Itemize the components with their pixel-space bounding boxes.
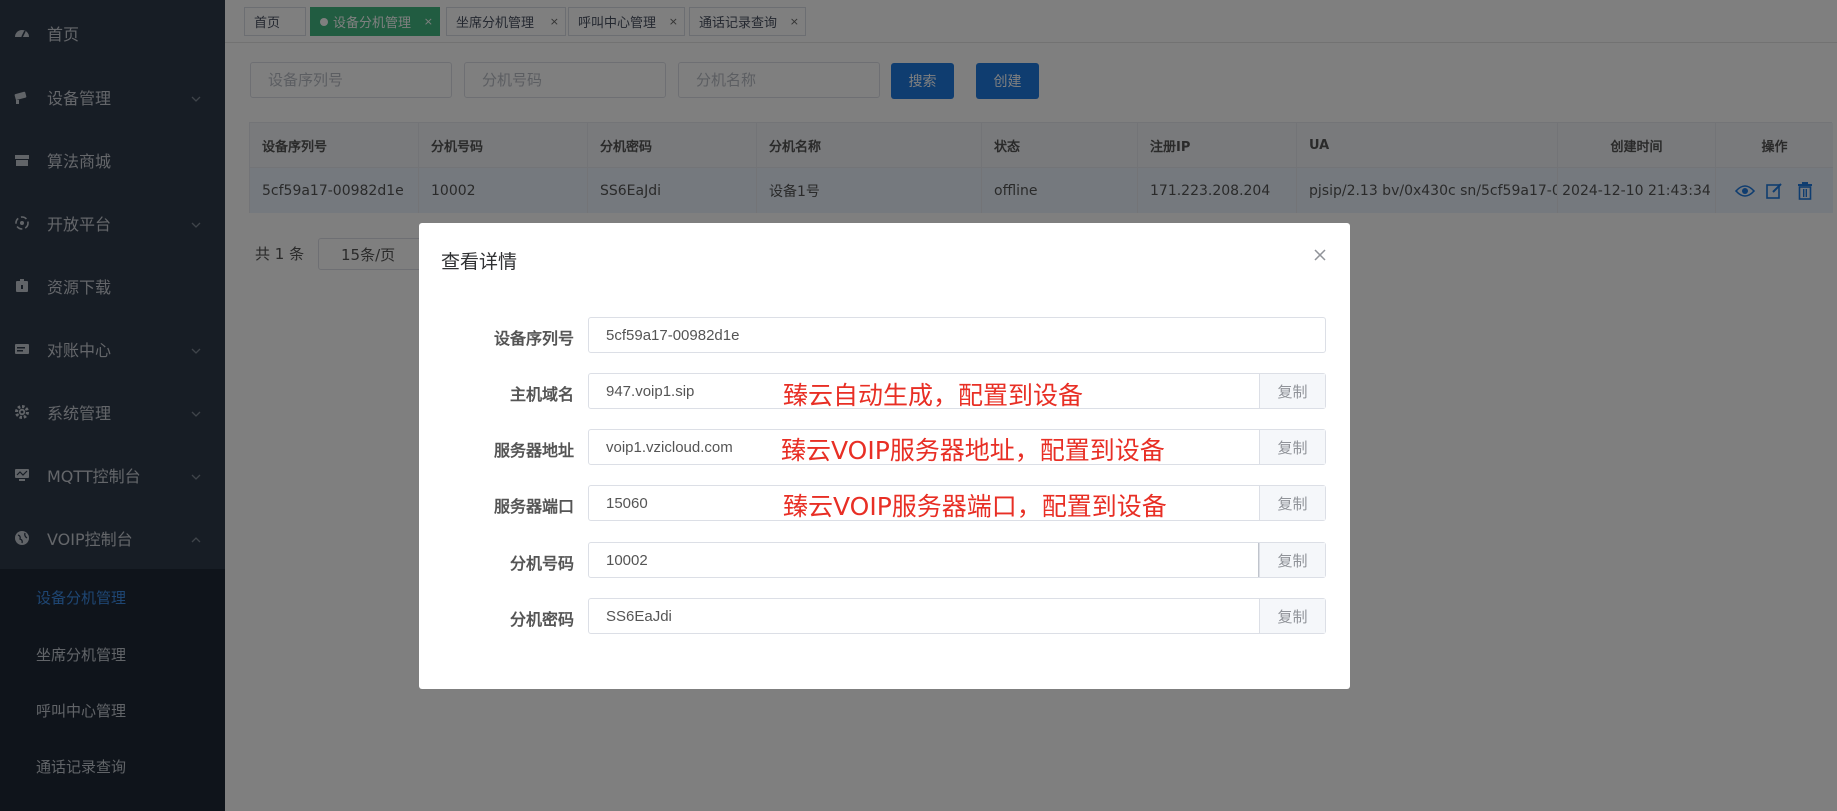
field-label: 服务器地址 — [493, 441, 574, 460]
dialog-title: 查看详情 — [441, 251, 518, 273]
detail-dialog: 查看详情 设备序列号 主机域名 复制 臻云自动生成，配置到设备 服务器地址 复制… — [419, 223, 1350, 689]
field-label: 分机号码 — [509, 554, 574, 573]
extension-password-value[interactable] — [589, 599, 1259, 633]
serial-field — [588, 317, 1326, 353]
copy-button[interactable]: 复制 — [1259, 599, 1325, 633]
copy-button[interactable]: 复制 — [1259, 486, 1325, 520]
copy-button[interactable]: 复制 — [1259, 543, 1325, 577]
extension-number-value[interactable] — [589, 543, 1259, 577]
extension-password-field: 复制 — [588, 598, 1326, 634]
serial-value[interactable] — [589, 318, 1325, 352]
copy-button[interactable]: 复制 — [1259, 430, 1325, 464]
copy-button[interactable]: 复制 — [1259, 374, 1325, 408]
annotation-note: 臻云VOIP服务器地址，配置到设备 — [781, 436, 1165, 465]
annotation-note: 臻云自动生成，配置到设备 — [783, 381, 1084, 410]
field-label: 主机域名 — [509, 385, 574, 404]
field-label: 服务器端口 — [493, 497, 574, 516]
close-icon[interactable] — [1312, 247, 1328, 263]
field-label: 分机密码 — [509, 610, 574, 629]
field-label: 设备序列号 — [493, 329, 574, 348]
extension-number-field: 复制 — [588, 542, 1326, 578]
annotation-note: 臻云VOIP服务器端口，配置到设备 — [783, 492, 1167, 521]
